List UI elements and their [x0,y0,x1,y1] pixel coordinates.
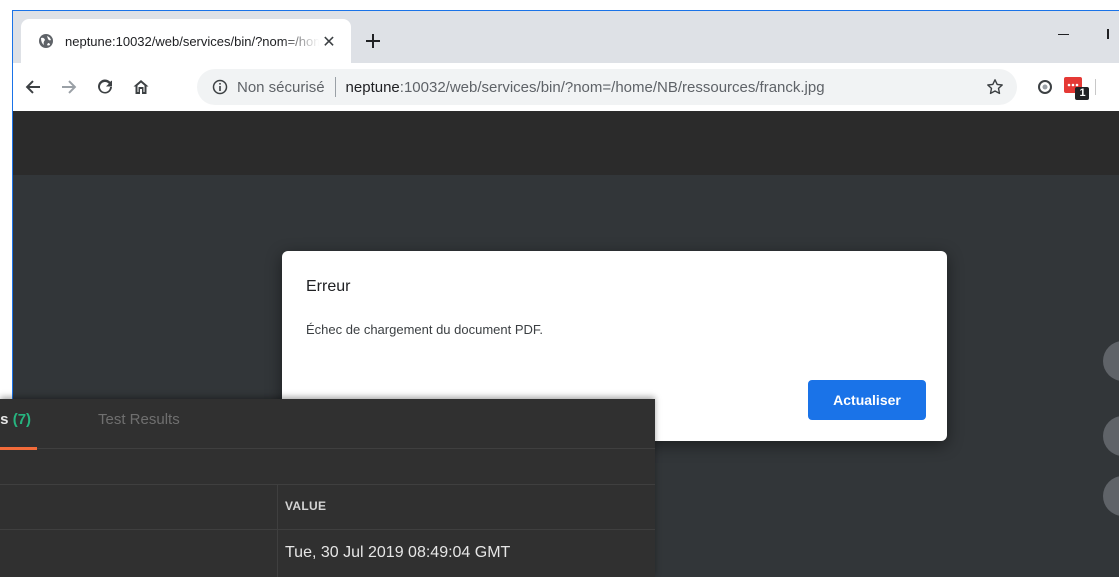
pdf-toolbar [13,111,1119,175]
home-icon [133,80,149,94]
response-tabs: ers (7) Test Results [0,399,655,450]
dialog-message: Échec de chargement du document PDF. [306,322,544,337]
maximize-button[interactable] [1095,19,1119,49]
zoom-in-button[interactable] [1103,416,1119,456]
url-text[interactable]: neptune:10032/web/services/bin/?nom=/hom… [346,79,825,96]
security-label[interactable]: Non sécurisé [237,79,325,96]
browser-tab[interactable]: neptune:10032/web/services/bin/?nom=/hom… [21,19,351,63]
globe-icon [37,32,55,50]
column-header-value: VALUE [285,499,327,513]
reload-document-button[interactable]: Actualiser [808,380,926,420]
url-path: :10032/web/services/bin/?nom=/home/NB/re… [399,78,825,96]
plus-icon [366,34,380,48]
table-cell-value[interactable]: Tue, 30 Jul 2019 08:49:04 GMT [285,544,510,562]
omnibox-divider [334,77,336,97]
extension-ring-icon[interactable] [1035,77,1055,97]
table-header-row [0,484,655,530]
column-divider [277,485,278,577]
home-button[interactable] [127,73,155,101]
tab-strip: neptune:10032/web/services/bin/?nom=/hom… [13,11,1119,63]
fit-page-button[interactable] [1103,341,1119,381]
reload-icon [98,79,112,94]
back-button[interactable] [19,73,47,101]
reload-button[interactable] [91,73,119,101]
extension-badge-count: 1 [1079,87,1086,99]
url-host: neptune [345,78,400,96]
arrow-left-icon [25,80,40,94]
new-tab-button[interactable] [359,27,387,55]
response-panel: ers (7) Test Results VALUE Tue, 30 Jul 2… [0,399,655,577]
tab-headers[interactable]: ers (7) [0,411,38,450]
dialog-title: Erreur [306,278,351,295]
zoom-out-button[interactable] [1103,476,1119,516]
info-icon[interactable] [211,78,229,96]
arrow-right-icon [62,80,77,94]
star-icon[interactable] [983,75,1007,99]
minimize-button[interactable] [1045,19,1081,49]
extension-badge-icon[interactable]: 1 [1063,75,1091,101]
forward-button[interactable] [55,73,83,101]
browser-toolbar: Non sécurisé neptune:10032/web/services/… [13,63,1119,111]
toolbar-divider [1095,79,1096,95]
address-bar[interactable]: Non sécurisé neptune:10032/web/services/… [197,69,1017,105]
tab-headers-label: ers [0,411,9,428]
tab-test-results[interactable]: Test Results [98,411,180,449]
tab-close-icon[interactable]: ✕ [319,31,339,51]
tab-title: neptune:10032/web/services/bin/?nom=/hom… [65,33,319,49]
tab-headers-count: (7) [12,411,32,428]
